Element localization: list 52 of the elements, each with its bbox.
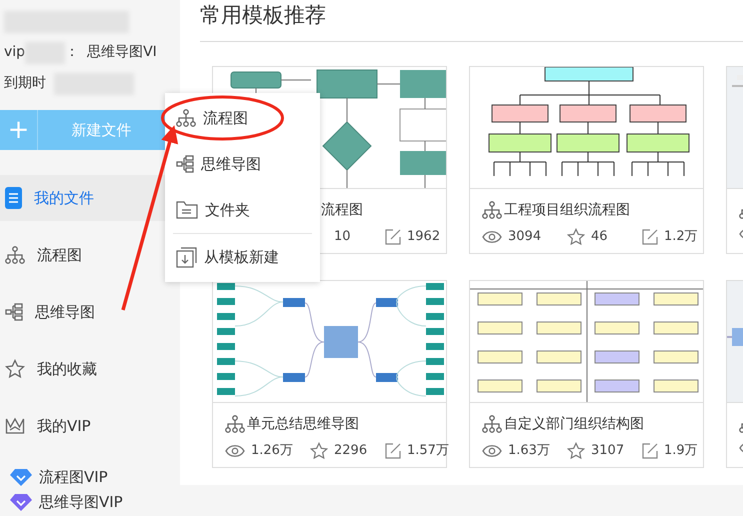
edit-icon: [385, 442, 401, 459]
eye-icon: [482, 444, 502, 458]
flowchart-icon: [5, 246, 25, 264]
account-value: 思维导图VI: [87, 43, 157, 62]
template-icon: [176, 246, 197, 268]
edit-icon: [642, 442, 658, 459]
flowchart-icon: [482, 201, 502, 219]
flowchart-icon: [225, 415, 245, 433]
diamond-icon: [10, 469, 32, 486]
account-label: vip: [4, 43, 26, 62]
favorite-count: 10: [334, 228, 351, 246]
star-icon: [567, 442, 585, 460]
use-count: 1.9万: [664, 442, 698, 460]
star-icon: [5, 359, 25, 379]
separator-text: ：: [65, 43, 80, 62]
view-count: 3094: [508, 228, 542, 246]
edit-icon: [385, 228, 401, 245]
flowchart-icon: [482, 415, 502, 433]
sidebar-item[interactable]: 我的收藏: [0, 346, 180, 392]
edit-icon: [642, 228, 658, 245]
use-count: 1.2万: [664, 228, 698, 246]
use-count: 1962: [407, 228, 440, 246]
template-card[interactable]: 单元总结思维导图 1.26万 2296 1.57万: [212, 280, 447, 468]
template-card[interactable]: 自定义部门组织结构图 1.63万 3107 1.9万: [469, 280, 704, 468]
favorite-count: 3107: [591, 442, 624, 460]
template-title: 单元总结思维导图: [247, 414, 359, 434]
mind-map-icon: [5, 302, 23, 322]
template-card[interactable]: 工程项目组织流程图 3094 46 1.2万: [469, 66, 704, 254]
favorite-count: 46: [591, 228, 608, 246]
eye-icon: [482, 230, 502, 244]
document-icon: [5, 187, 22, 209]
sidebar-item[interactable]: 我的VIP: [0, 403, 180, 449]
use-count: 1.57万: [407, 442, 449, 460]
account-label: 到期时: [4, 74, 46, 93]
sidebar-item[interactable]: 思维导图: [0, 289, 180, 335]
vip-link[interactable]: 思维导图VIP: [39, 491, 123, 514]
template-title: 自定义部门组织结构图: [504, 414, 644, 434]
vip-link[interactable]: 流程图VIP: [39, 466, 108, 489]
flowchart-icon: [176, 109, 196, 127]
favorite-count: 2296: [334, 442, 368, 460]
folder-icon: [176, 201, 198, 219]
view-count: 1.26万: [251, 442, 293, 460]
view-count: 1.63万: [508, 442, 550, 460]
diamond-icon: [10, 494, 32, 511]
template-title: 工程项目组织流程图: [504, 200, 630, 220]
section-title: 常用模板推荐: [200, 0, 743, 42]
mind-map-icon: [176, 154, 194, 174]
crown-icon: [5, 417, 25, 435]
star-icon: [310, 442, 328, 460]
star-icon: [567, 228, 585, 246]
eye-icon: [225, 444, 245, 458]
template-title: 流程图: [321, 200, 363, 220]
